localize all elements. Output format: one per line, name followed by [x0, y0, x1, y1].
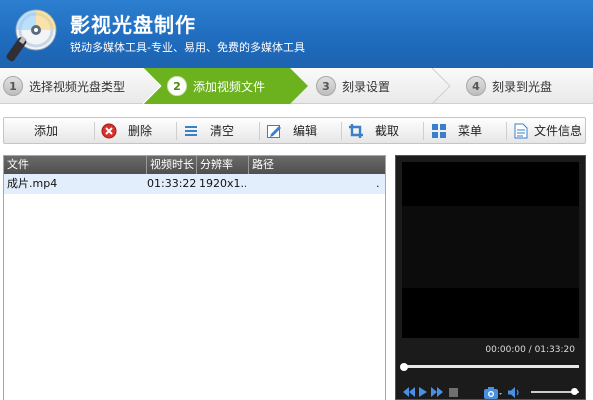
delete-button[interactable]: 删除 — [100, 118, 152, 143]
step-select-disc-type[interactable]: 1 选择视频光盘类型 — [3, 68, 125, 104]
step-label: 刻录设置 — [342, 79, 391, 94]
step-number: 4 — [466, 76, 486, 96]
toolbar: 添加 删除 清空 编辑 截取 菜单 文件信息 — [3, 117, 586, 144]
edit-label: 编辑 — [293, 124, 318, 138]
menu-button[interactable]: 菜单 — [430, 118, 482, 143]
step-add-video-files[interactable]: 2 添加视频文件 — [167, 68, 265, 104]
stop-icon[interactable] — [448, 385, 458, 399]
step-label: 选择视频光盘类型 — [29, 79, 126, 94]
column-header-path[interactable]: 路径 — [249, 156, 385, 174]
crop-icon — [347, 122, 365, 140]
step-number: 3 — [316, 76, 336, 96]
play-icon[interactable] — [418, 385, 428, 399]
clear-list-icon — [182, 122, 200, 140]
app-title: 影视光盘制作 — [70, 13, 196, 37]
volume-handle[interactable] — [571, 388, 578, 395]
cell-path: . — [376, 177, 380, 190]
toolbar-divider — [506, 122, 507, 140]
snapshot-camera-icon[interactable] — [483, 385, 503, 399]
toolbar-divider — [94, 122, 95, 140]
cell-duration: 01:33:22 — [147, 177, 196, 190]
toolbar-divider — [259, 122, 260, 140]
disc-wand-logo-icon — [6, 9, 57, 62]
step-label: 添加视频文件 — [193, 79, 266, 94]
player-controls — [403, 385, 581, 400]
menu-label: 菜单 — [458, 124, 483, 138]
clear-label: 清空 — [210, 124, 235, 138]
step-number: 1 — [3, 76, 23, 96]
rewind-icon[interactable] — [403, 385, 415, 399]
crop-label: 截取 — [375, 124, 400, 138]
video-frame — [402, 206, 579, 288]
column-header-file[interactable]: 文件 — [4, 156, 146, 174]
step-number: 2 — [167, 76, 187, 96]
menu-grid-icon — [430, 122, 448, 140]
column-header-resolution[interactable]: 分辨率 — [197, 156, 248, 174]
column-header-duration[interactable]: 视频时长 — [147, 156, 196, 174]
table-row[interactable]: 成片.mp4 01:33:22 1920x1... . — [4, 174, 385, 194]
add-label: 添加 — [34, 124, 59, 138]
edit-icon — [265, 122, 283, 140]
step-burn-to-disc[interactable]: 4 刻录到光盘 — [466, 68, 552, 104]
volume-icon[interactable] — [507, 385, 521, 399]
toolbar-divider — [341, 122, 342, 140]
file-info-label: 文件信息 — [534, 124, 583, 138]
wizard-steps: 1 选择视频光盘类型 2 添加视频文件 3 刻录设置 4 刻录到光盘 — [0, 68, 593, 104]
delete-icon — [100, 122, 118, 140]
cell-resolution: 1920x1... — [199, 177, 246, 190]
crop-button[interactable]: 截取 — [347, 118, 399, 143]
video-preview-panel: 00:00:00 / 01:33:20 — [395, 155, 586, 400]
delete-label: 删除 — [128, 124, 153, 138]
file-list: 文件 视频时长 分辨率 路径 成片.mp4 01:33:22 1920x1...… — [3, 155, 386, 400]
seek-handle[interactable] — [400, 363, 408, 371]
step-label: 刻录到光盘 — [492, 79, 553, 94]
timecode: 00:00:00 / 01:33:20 — [485, 345, 575, 355]
toolbar-divider — [423, 122, 424, 140]
app-subtitle: 锐动多媒体工具-专业、易用、免费的多媒体工具 — [70, 41, 305, 54]
toolbar-divider — [176, 122, 177, 140]
step-burn-settings[interactable]: 3 刻录设置 — [316, 68, 390, 104]
cell-file: 成片.mp4 — [7, 177, 58, 190]
video-screen — [402, 162, 579, 338]
clear-button[interactable]: 清空 — [182, 118, 234, 143]
edit-button[interactable]: 编辑 — [265, 118, 317, 143]
seek-bar[interactable] — [404, 365, 579, 368]
add-button[interactable]: 添加 — [34, 118, 58, 143]
file-info-icon — [512, 122, 530, 140]
file-list-header: 文件 视频时长 分辨率 路径 — [4, 156, 385, 174]
file-info-button[interactable]: 文件信息 — [512, 118, 582, 143]
app-header: 影视光盘制作 锐动多媒体工具-专业、易用、免费的多媒体工具 — [0, 0, 593, 68]
fast-forward-icon[interactable] — [431, 385, 443, 399]
